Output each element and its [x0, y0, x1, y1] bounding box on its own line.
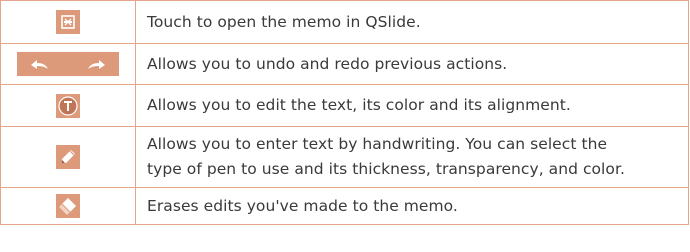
description-text: Allows you to undo and redo previous act…: [135, 43, 689, 85]
description-text: Touch to open the memo in QSlide.: [135, 0, 689, 44]
table-row: Touch to open the memo in QSlide.: [0, 0, 689, 44]
table-row: Allows you to edit the text, its color a…: [0, 84, 689, 127]
icon-cell: [0, 84, 136, 127]
description-line-1: Allows you to enter text by handwriting.…: [147, 135, 608, 153]
qslide-icon: [56, 10, 80, 34]
table-row: Allows you to enter text by handwriting.…: [0, 126, 689, 188]
icon-cell: [0, 0, 136, 44]
icon-cell: [0, 187, 136, 225]
icon-cell: [0, 43, 136, 85]
feature-table: Touch to open the memo in QSlide. Allows…: [0, 0, 689, 225]
icon-cell: [0, 126, 136, 188]
table-row: Erases edits you've made to the memo.: [0, 187, 689, 225]
description-text: Allows you to enter text by handwriting.…: [135, 126, 689, 188]
undo-redo-icon: [17, 52, 119, 76]
description-text: Allows you to edit the text, its color a…: [135, 84, 689, 127]
pen-icon: [56, 145, 80, 169]
table-row: Allows you to undo and redo previous act…: [0, 43, 689, 85]
text-edit-icon: [56, 93, 80, 118]
description-text: Erases edits you've made to the memo.: [135, 187, 689, 225]
eraser-icon: [56, 194, 80, 218]
description-line-2: type of pen to use and its thickness, tr…: [147, 160, 625, 178]
